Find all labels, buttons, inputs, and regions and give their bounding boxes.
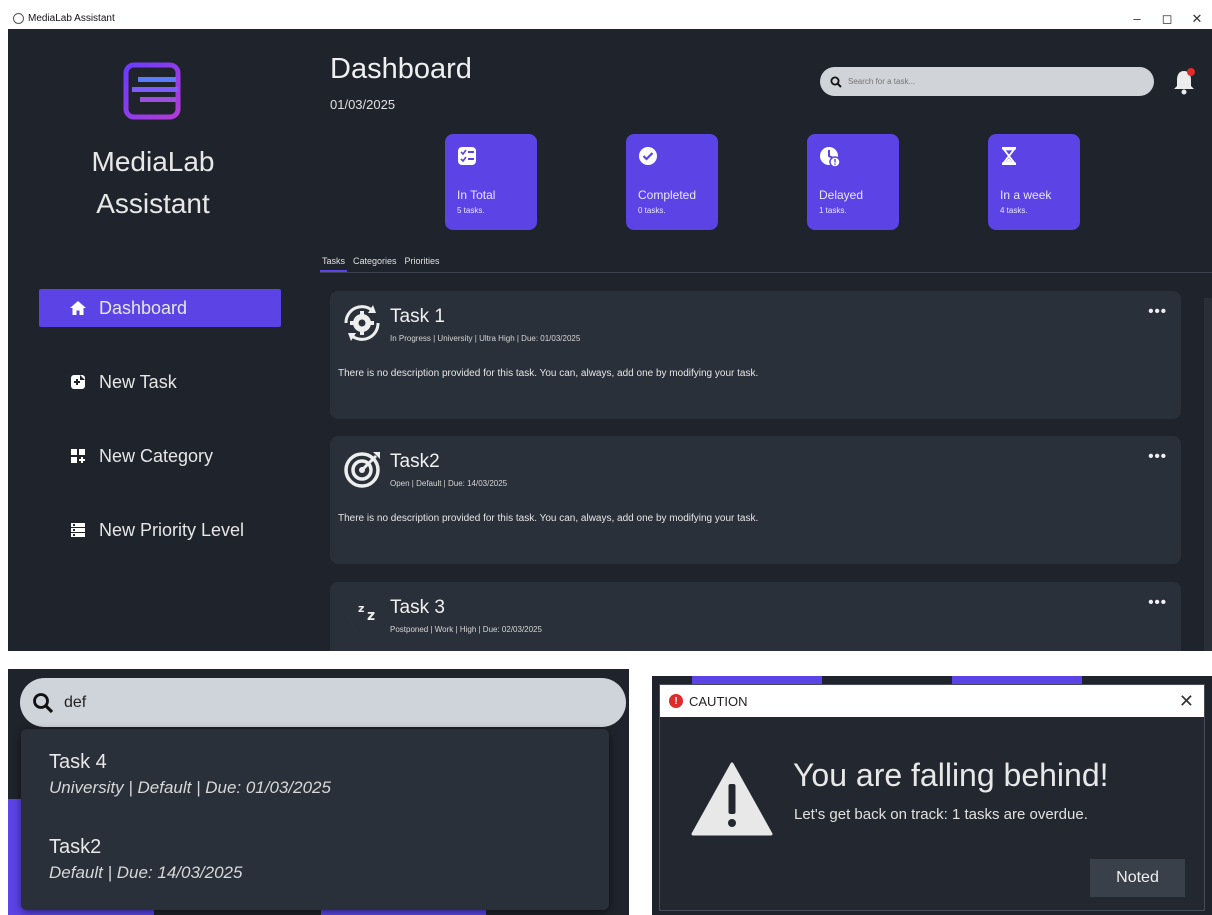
close-button[interactable]: ✕ (1182, 8, 1212, 29)
app-logo-icon (118, 57, 186, 130)
home-icon (69, 299, 87, 317)
app-name: MediaLab Assistant (68, 141, 238, 225)
search-result[interactable]: Task 4 University | Default | Due: 01/03… (49, 751, 331, 798)
result-name: Task 4 (49, 751, 107, 773)
current-date: 01/03/2025 (330, 97, 396, 112)
sleep-moon-icon: z z (340, 592, 384, 636)
clock-alert-icon (819, 146, 841, 173)
gear-refresh-icon (340, 301, 384, 345)
svg-text:z: z (367, 608, 375, 624)
priority-list-icon (69, 521, 87, 539)
sidebar-item-label: New Task (99, 371, 177, 392)
more-options-button[interactable]: ••• (1148, 303, 1167, 320)
stat-card-in-a-week[interactable]: In a week 4 tasks. (988, 134, 1080, 230)
task-meta: Postponed | Work | High | Due: 02/03/202… (390, 625, 542, 634)
dialog-title-bar: ! CAUTION ✕ (660, 685, 1204, 717)
stat-card-delayed[interactable]: Delayed 1 tasks. (807, 134, 899, 230)
dialog-message: Let's get back on track: 1 tasks are ove… (794, 806, 1088, 823)
hourglass-icon (1000, 146, 1018, 171)
task-meta: Open | Default | Due: 14/03/2025 (390, 479, 508, 488)
caution-dialog: ! CAUTION ✕ You are falling behind! Let'… (659, 684, 1205, 911)
tab-categories[interactable]: Categories (351, 253, 399, 272)
task-description: There is no description provided for thi… (338, 513, 759, 524)
stat-label: Completed (638, 188, 697, 202)
result-meta: University | Default | Due: 01/03/2025 (49, 778, 331, 797)
tab-priorities[interactable]: Priorities (403, 253, 442, 272)
main-window: MediaLab Assistant – ◻ ✕ MediaLab Assist… (8, 8, 1212, 651)
scrollbar[interactable] (1204, 298, 1212, 651)
caution-dialog-view: ! CAUTION ✕ You are falling behind! Let'… (652, 676, 1212, 915)
result-meta: Default | Due: 14/03/2025 (49, 863, 243, 882)
add-category-icon (69, 447, 87, 465)
main-content: Dashboard 01/03/2025 In Total 5 tasks. C… (308, 29, 1212, 651)
page-title: Dashboard (330, 53, 472, 85)
app-name-line2: Assistant (96, 188, 210, 219)
search-icon (32, 692, 54, 714)
stat-card-in-total[interactable]: In Total 5 tasks. (445, 134, 537, 230)
warning-icon: ! (669, 694, 683, 708)
stat-card-partial (692, 676, 822, 684)
app-icon (13, 13, 24, 24)
svg-text:z: z (358, 602, 364, 615)
task-card[interactable]: Task2 Open | Default | Due: 14/03/2025 T… (330, 436, 1181, 564)
app-name-line1: MediaLab (91, 146, 215, 177)
stat-label: Delayed (819, 188, 864, 202)
stat-count: 4 tasks. (1000, 206, 1028, 215)
sidebar-item-new-task[interactable]: New Task (39, 363, 281, 401)
search-results-dropdown: Task 4 University | Default | Due: 01/03… (21, 729, 609, 910)
stat-count: 5 tasks. (457, 206, 485, 215)
window-title: MediaLab Assistant (28, 13, 115, 24)
search-bar[interactable] (820, 67, 1154, 96)
stat-card-completed[interactable]: Completed 0 tasks. (626, 134, 718, 230)
dialog-title: CAUTION (689, 693, 748, 709)
stat-card-partial (952, 676, 1082, 684)
checklist-icon (457, 146, 477, 171)
search-icon (830, 76, 842, 88)
notification-bell-icon[interactable] (1172, 67, 1196, 100)
close-button[interactable]: ✕ (1179, 691, 1194, 712)
noted-button[interactable]: Noted (1090, 859, 1185, 897)
task-name: Task 1 (390, 306, 445, 327)
search-bar[interactable]: def (20, 678, 626, 727)
task-meta: In Progress | University | Ultra High | … (390, 334, 581, 343)
sidebar-item-new-category[interactable]: New Category (39, 437, 281, 475)
search-popup-view: def Task 4 University | Default | Due: 0… (8, 669, 629, 915)
sidebar-item-new-priority-level[interactable]: New Priority Level (39, 511, 281, 549)
tab-tasks[interactable]: Tasks (320, 253, 348, 272)
sidebar-item-label: New Priority Level (99, 519, 245, 540)
add-task-icon (69, 373, 87, 391)
search-result[interactable]: Task2 Default | Due: 14/03/2025 (49, 836, 242, 883)
tab-divider (320, 272, 1212, 273)
dialog-heading: You are falling behind! (793, 757, 1109, 793)
task-description: There is no description provided for thi… (338, 368, 759, 379)
stat-label: In Total (457, 188, 496, 202)
sidebar-item-label: Dashboard (99, 297, 188, 318)
more-options-button[interactable]: ••• (1148, 448, 1167, 465)
search-input[interactable]: def (64, 694, 86, 712)
search-input[interactable] (848, 77, 1128, 86)
warning-triangle-icon (691, 762, 773, 841)
more-options-button[interactable]: ••• (1148, 594, 1167, 611)
maximize-button[interactable]: ◻ (1152, 8, 1182, 29)
stat-count: 0 tasks. (638, 206, 666, 215)
sidebar: MediaLab Assistant Dashboard New Task Ne… (8, 29, 308, 651)
task-name: Task 3 (390, 597, 445, 618)
tab-bar: Tasks Categories Priorities (320, 253, 446, 272)
task-card[interactable]: z z Task 3 Postponed | Work | High | Due… (330, 582, 1181, 651)
target-icon (340, 446, 384, 490)
task-card[interactable]: Task 1 In Progress | University | Ultra … (330, 291, 1181, 419)
stat-count: 1 tasks. (819, 206, 847, 215)
sidebar-item-label: New Category (99, 445, 214, 466)
minimize-button[interactable]: – (1122, 8, 1152, 29)
result-name: Task2 (49, 836, 102, 858)
check-circle-icon (638, 146, 658, 171)
task-name: Task2 (390, 451, 440, 472)
notification-dot (1187, 68, 1195, 76)
title-bar: MediaLab Assistant – ◻ ✕ (8, 8, 1212, 29)
stat-label: In a week (1000, 188, 1052, 202)
sidebar-item-dashboard[interactable]: Dashboard (39, 289, 281, 327)
